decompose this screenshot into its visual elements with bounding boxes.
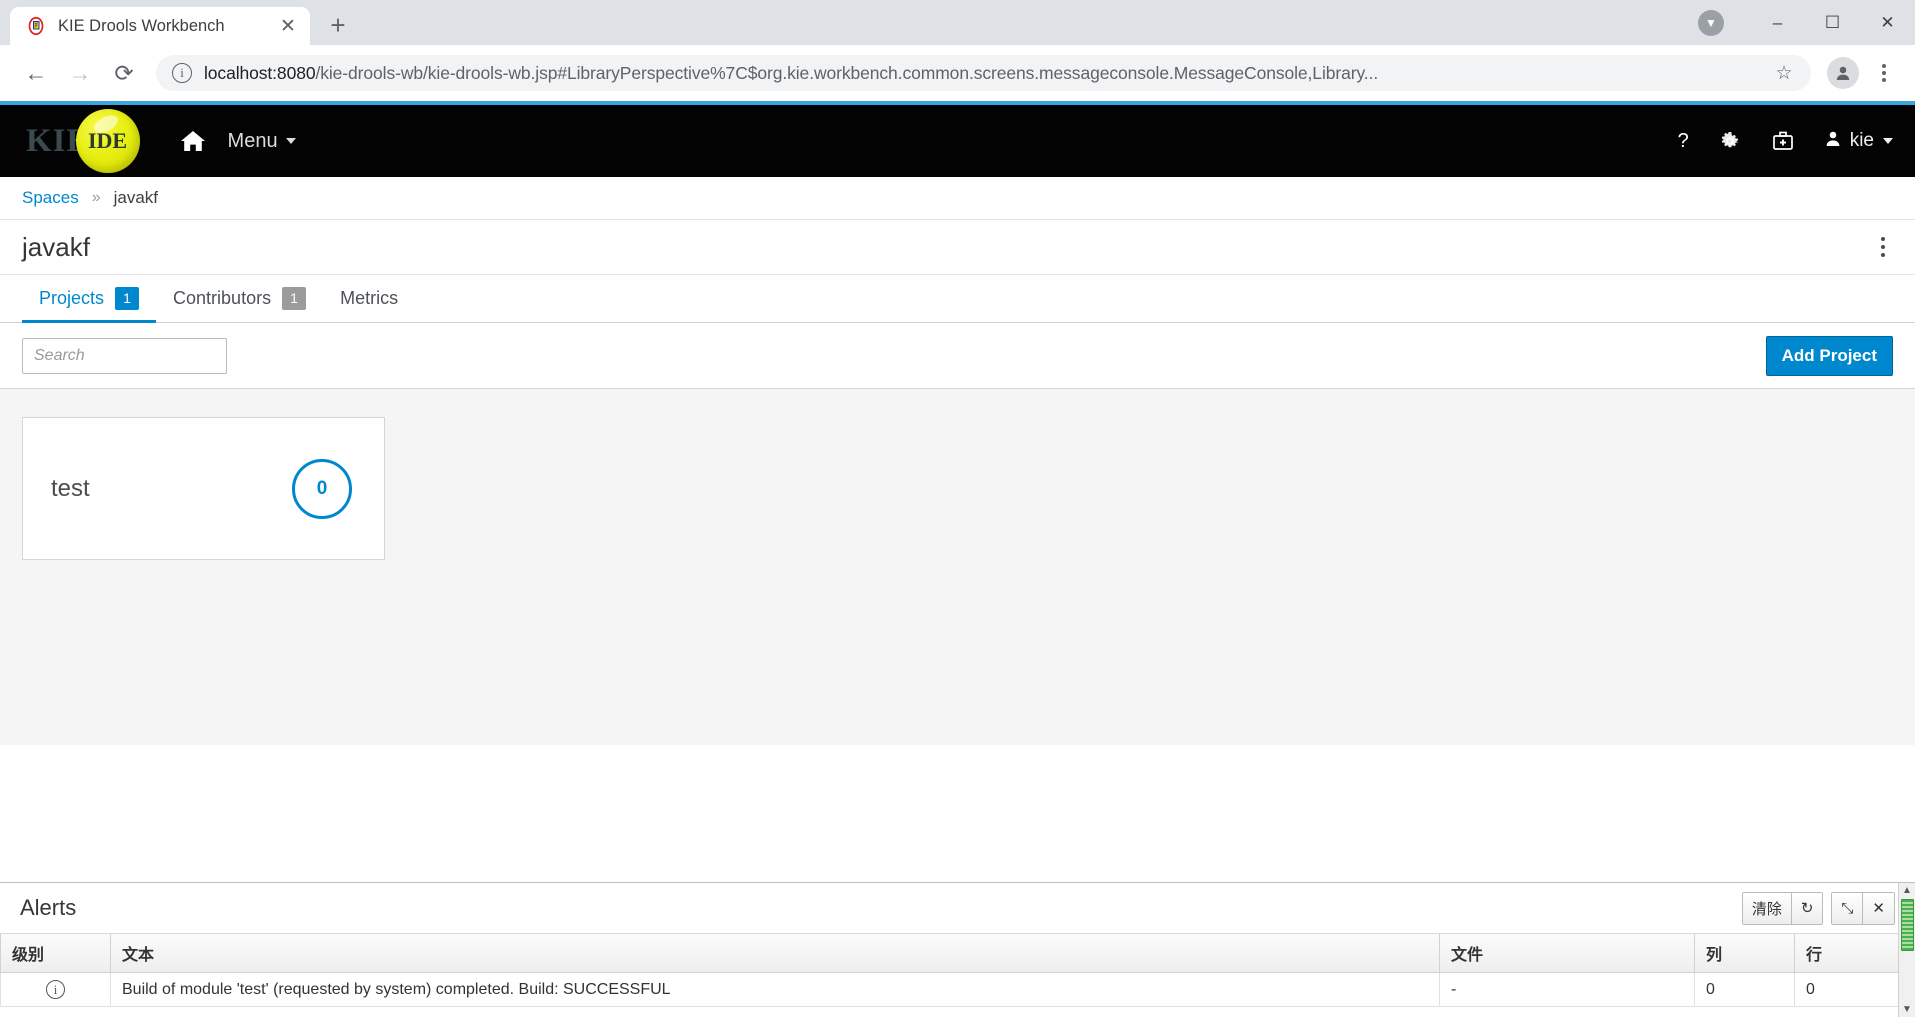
column-header-column[interactable]: 列: [1694, 934, 1795, 973]
user-label: kie: [1849, 130, 1874, 151]
column-header-level[interactable]: 级别: [0, 934, 111, 973]
tab-contributors-badge: 1: [282, 287, 307, 310]
chevron-down-icon: [1883, 138, 1893, 144]
bookmark-star-icon[interactable]: ☆: [1769, 62, 1799, 85]
user-icon: [1825, 130, 1841, 153]
clear-alerts-button[interactable]: 清除: [1742, 892, 1791, 924]
page-title-bar: javakf: [0, 220, 1915, 275]
alert-line-cell: 0: [1794, 972, 1915, 1007]
window-close-button[interactable]: ✕: [1860, 0, 1915, 45]
alerts-header-row: 级别 文本 文件 列 行: [0, 934, 1915, 973]
alerts-table: 级别 文本 文件 列 行 i Build of module 'test' (r…: [0, 934, 1915, 1007]
table-row[interactable]: i Build of module 'test' (requested by s…: [0, 972, 1915, 1007]
page-title: javakf: [22, 231, 90, 262]
info-icon: i: [46, 980, 65, 999]
column-header-line[interactable]: 行: [1794, 934, 1915, 973]
chevron-down-icon: [285, 138, 296, 144]
scrollbar-thumb[interactable]: [1900, 899, 1914, 951]
profile-avatar-icon[interactable]: [1827, 57, 1859, 89]
first-aid-kit-icon[interactable]: [1771, 130, 1795, 152]
plus-icon[interactable]: +: [320, 7, 356, 43]
alert-column-cell: 0: [1694, 972, 1795, 1007]
alerts-action-group-right: ⤡ ✕: [1831, 891, 1895, 925]
column-header-file[interactable]: 文件: [1439, 934, 1695, 973]
reload-icon[interactable]: ⟳: [102, 51, 146, 95]
vertical-kebab-icon[interactable]: [1873, 231, 1893, 263]
tab-projects-label: Projects: [39, 288, 105, 308]
breadcrumb-separator: »: [91, 189, 101, 206]
alert-text-cell: Build of module 'test' (requested by sys…: [110, 972, 1440, 1007]
tab-projects-badge: 1: [115, 287, 140, 310]
menu-dropdown[interactable]: Menu: [228, 130, 296, 153]
refresh-icon[interactable]: ↻: [1790, 892, 1823, 924]
tab-metrics[interactable]: Metrics: [323, 275, 415, 322]
scroll-up-icon[interactable]: ▲: [1902, 883, 1912, 898]
download-badge-icon[interactable]: ▼: [1698, 9, 1724, 36]
close-icon[interactable]: ✕: [276, 14, 300, 38]
project-metric-badge: 0: [292, 458, 352, 519]
library-toolbar: Add Project: [0, 323, 1915, 389]
alerts-scrollbar[interactable]: ▲ ▼: [1898, 883, 1915, 1017]
maximize-button[interactable]: ☐: [1805, 0, 1860, 45]
projects-grid: test 0: [0, 389, 1915, 745]
alerts-action-group-left: 清除 ↻: [1741, 891, 1824, 925]
arrow-left-icon[interactable]: ←: [14, 51, 58, 95]
alerts-panel: Alerts 清除 ↻ ⤡ ✕ 级别 文本 文件 列 行 i Build of …: [0, 882, 1915, 1017]
breadcrumb: Spaces » javakf: [0, 177, 1915, 220]
gear-icon[interactable]: [1719, 130, 1741, 152]
chrome-menu-icon[interactable]: [1867, 64, 1901, 82]
tab-title: KIE Drools Workbench: [58, 16, 225, 35]
kie-logo-ball: IDE: [75, 109, 140, 173]
drools-favicon: [26, 16, 46, 36]
browser-chrome: KIE Drools Workbench ✕ + ▼ – ☐ ✕ ← → ⟳ i…: [0, 0, 1915, 101]
tab-strip: KIE Drools Workbench ✕ + ▼ – ☐ ✕: [0, 0, 1915, 45]
kie-logo[interactable]: KIE IDE: [26, 109, 140, 173]
alerts-header: Alerts 清除 ↻ ⤡ ✕: [0, 883, 1915, 934]
window-controls: ▼ – ☐ ✕: [1698, 0, 1915, 45]
browser-tab[interactable]: KIE Drools Workbench ✕: [10, 7, 310, 45]
minimize-button[interactable]: –: [1750, 0, 1805, 45]
breadcrumb-spaces[interactable]: Spaces: [22, 188, 79, 208]
url-path: /kie-drools-wb/kie-drools-wb.jsp#Library…: [315, 62, 1379, 83]
project-card[interactable]: test 0: [22, 417, 385, 560]
url-host: localhost:8080: [204, 62, 316, 83]
search-input[interactable]: [22, 337, 227, 374]
expand-diagonal-icon[interactable]: ⤡: [1832, 892, 1863, 924]
arrow-right-icon[interactable]: →: [58, 51, 102, 95]
breadcrumb-current: javakf: [113, 188, 159, 207]
library-tabs: Projects 1 Contributors 1 Metrics: [0, 275, 1915, 323]
add-project-button[interactable]: Add Project: [1765, 335, 1893, 376]
alert-level-cell: i: [0, 972, 111, 1007]
tab-contributors[interactable]: Contributors 1: [156, 275, 323, 322]
kie-logo-ball-text: IDE: [87, 128, 128, 153]
alert-file-cell: -: [1439, 972, 1695, 1007]
url-text: localhost:8080/kie-drools-wb/kie-drools-…: [204, 63, 1769, 84]
home-icon[interactable]: [180, 129, 206, 153]
question-mark-icon[interactable]: ?: [1678, 130, 1689, 153]
browser-toolbar: ← → ⟳ i localhost:8080/kie-drools-wb/kie…: [0, 45, 1915, 101]
tab-metrics-label: Metrics: [340, 288, 399, 308]
tab-contributors-label: Contributors: [173, 288, 272, 308]
user-menu[interactable]: kie: [1825, 130, 1893, 153]
menu-label: Menu: [227, 129, 278, 152]
project-name: test: [51, 474, 90, 502]
close-x-icon[interactable]: ✕: [1862, 892, 1894, 924]
alerts-actions: 清除 ↻ ⤡ ✕: [1734, 891, 1895, 925]
scroll-down-icon[interactable]: ▼: [1902, 1002, 1912, 1017]
column-header-text[interactable]: 文本: [110, 934, 1440, 973]
address-bar[interactable]: i localhost:8080/kie-drools-wb/kie-drool…: [156, 55, 1811, 91]
app-header: KIE IDE Menu ? kie: [0, 105, 1915, 177]
alerts-title: Alerts: [20, 895, 77, 920]
info-circle-icon[interactable]: i: [172, 63, 192, 83]
tab-projects[interactable]: Projects 1: [22, 275, 157, 323]
header-right-group: ? kie: [1678, 130, 1893, 153]
